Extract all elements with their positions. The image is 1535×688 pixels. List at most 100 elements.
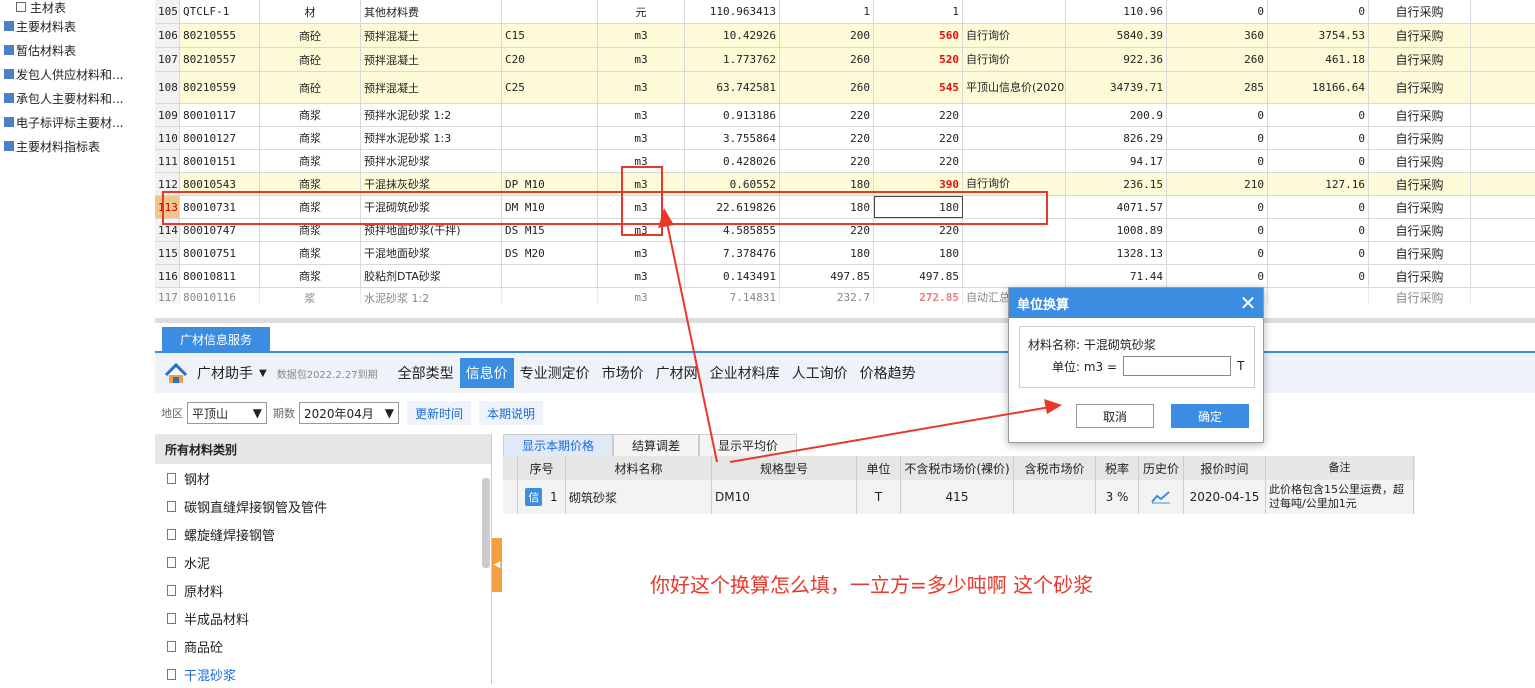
grid-cell-code[interactable]: 80010731: [180, 196, 260, 218]
grid-cell-diff[interactable]: 0: [1268, 150, 1369, 172]
grid-cell-no[interactable]: 113: [155, 196, 180, 218]
grid-cell-qty[interactable]: 0.913186: [685, 104, 780, 126]
tab-average-price[interactable]: 显示平均价: [699, 434, 798, 456]
grid-cell-code[interactable]: 80010811: [180, 265, 260, 287]
grid-cell-no[interactable]: 116: [155, 265, 180, 287]
tab-guangcai-service[interactable]: 广材信息服务: [162, 327, 270, 351]
grid-row[interactable]: 107 80210557 商砼 预拌混凝土 C20 m3 1.773762 260 520 自行询…: [155, 48, 1535, 72]
grid-cell-p2[interactable]: 545: [874, 72, 963, 103]
grid-cell-p2[interactable]: 220: [874, 127, 963, 149]
grid-cell-no[interactable]: 112: [155, 173, 180, 195]
grid-cell-type[interactable]: 商浆: [260, 104, 361, 126]
grid-cell-no[interactable]: 109: [155, 104, 180, 126]
grid-cell-spec[interactable]: C15: [502, 24, 598, 47]
tab-info-price[interactable]: 信息价: [459, 358, 514, 388]
tab-market-price[interactable]: 市场价: [596, 358, 650, 388]
grid-cell-spec[interactable]: [502, 0, 598, 23]
grid-cell-no[interactable]: 106: [155, 24, 180, 47]
close-icon[interactable]: ✕: [1233, 288, 1263, 318]
grid-cell-supply[interactable]: 自行采购: [1369, 48, 1471, 71]
update-time-button[interactable]: 更新时间: [407, 401, 472, 425]
grid-cell-src[interactable]: 自行询价: [963, 173, 1066, 195]
grid-row[interactable]: 112 80010543 商浆 干混抹灰砂浆 DP M10 m3 0.60552 180 390…: [155, 173, 1535, 196]
grid-cell-code[interactable]: 80010751: [180, 242, 260, 264]
grid-cell-qty[interactable]: 4.585855: [685, 219, 780, 241]
grid-cell-supply[interactable]: 自行采购: [1369, 72, 1471, 103]
category-item[interactable]: 商品砼: [155, 632, 491, 660]
grid-cell-p3[interactable]: 0: [1167, 104, 1268, 126]
grid-cell-unit[interactable]: m3: [598, 219, 685, 241]
grid-cell-name[interactable]: 干混地面砂浆: [361, 242, 502, 264]
grid-cell-unit[interactable]: m3: [598, 24, 685, 47]
grid-row[interactable]: 116 80010811 商浆 胶粘剂DTA砂浆 m3 0.143491 497.85 497…: [155, 265, 1535, 288]
grid-cell-qty[interactable]: 7.378476: [685, 242, 780, 264]
grid-cell-qty[interactable]: 10.42926: [685, 24, 780, 47]
category-item[interactable]: 螺旋缝焊接钢管: [155, 520, 491, 548]
grid-cell-unit[interactable]: m3: [598, 48, 685, 71]
grid-cell-p1[interactable]: 180: [780, 173, 874, 195]
grid-cell-type[interactable]: 浆: [260, 288, 361, 304]
grid-cell-spec[interactable]: [502, 104, 598, 126]
grid-row[interactable]: 115 80010751 商浆 干混地面砂浆 DS M20 m3 7.378476 180 18…: [155, 242, 1535, 265]
grid-cell-diff[interactable]: 18166.64: [1268, 72, 1369, 103]
grid-cell-p2[interactable]: 560: [874, 24, 963, 47]
grid-cell-p2[interactable]: 390: [874, 173, 963, 195]
grid-cell-amt[interactable]: 4071.57: [1066, 196, 1167, 218]
grid-cell-p2[interactable]: 520: [874, 48, 963, 71]
grid-row[interactable]: 113 80010731 商浆 干混砌筑砂浆 DM M10 m3 22.619826 180 1…: [155, 196, 1535, 219]
grid-row[interactable]: 108 80210559 商砼 预拌混凝土 C25 m3 63.742581 260 545 平顶…: [155, 72, 1535, 104]
grid-row[interactable]: 109 80010117 商浆 预拌水泥砂浆 1:2 m3 0.913186 220 220 2…: [155, 104, 1535, 127]
grid-cell-p2[interactable]: 220: [874, 150, 963, 172]
checkbox-icon[interactable]: [16, 2, 26, 12]
grid-cell-p1[interactable]: 200: [780, 24, 874, 47]
grid-cell-p3[interactable]: 285: [1167, 72, 1268, 103]
grid-cell-name[interactable]: 预拌水泥砂浆 1:3: [361, 127, 502, 149]
grid-cell-type[interactable]: 商浆: [260, 150, 361, 172]
grid-cell-code[interactable]: 80210559: [180, 72, 260, 103]
grid-cell-qty[interactable]: 3.755864: [685, 127, 780, 149]
grid-cell-qty[interactable]: 63.742581: [685, 72, 780, 103]
category-item[interactable]: 原材料: [155, 576, 491, 604]
grid-cell-diff[interactable]: 0: [1268, 219, 1369, 241]
grid-cell-type[interactable]: 商浆: [260, 265, 361, 287]
grid-cell-p1[interactable]: 497.85: [780, 265, 874, 287]
grid-cell-qty[interactable]: 0.60552: [685, 173, 780, 195]
tab-all-types[interactable]: 全部类型: [392, 358, 460, 388]
grid-cell-amt[interactable]: 236.15: [1066, 173, 1167, 195]
grid-row[interactable]: 117 80010116 浆水泥砂浆 1:2 m3 7.14831 232.7 272.85…: [155, 288, 1535, 304]
grid-row[interactable]: 105 QTCLF-1 材其他材料费元 110.963413 1 1 110.96 0 0 自行采…: [155, 0, 1535, 24]
grid-cell-no[interactable]: 111: [155, 150, 180, 172]
grid-cell-p3[interactable]: 0: [1167, 127, 1268, 149]
grid-cell-no[interactable]: 115: [155, 242, 180, 264]
grid-cell-no[interactable]: 110: [155, 127, 180, 149]
tree-item[interactable]: 主要材料指标表: [0, 134, 150, 158]
tree-item[interactable]: 发包人供应材料和...: [0, 62, 150, 86]
grid-cell-unit[interactable]: m3: [598, 242, 685, 264]
grid-cell-name[interactable]: 胶粘剂DTA砂浆: [361, 265, 502, 287]
grid-cell-name[interactable]: 干混抹灰砂浆: [361, 173, 502, 195]
grid-cell-src[interactable]: [963, 242, 1066, 264]
grid-cell-name[interactable]: 预拌水泥砂浆: [361, 150, 502, 172]
grid-cell-p1[interactable]: 220: [780, 219, 874, 241]
grid-cell-unit[interactable]: 元: [598, 0, 685, 23]
grid-cell-type[interactable]: 商砼: [260, 72, 361, 103]
grid-cell-supply[interactable]: 自行采购: [1369, 104, 1471, 126]
grid-cell-src[interactable]: [963, 265, 1066, 287]
grid-cell-name[interactable]: 干混砌筑砂浆: [361, 196, 502, 218]
grid-cell-no[interactable]: 114: [155, 219, 180, 241]
grid-cell-name[interactable]: 预拌地面砂浆(干拌): [361, 219, 502, 241]
grid-cell-type[interactable]: 商浆: [260, 242, 361, 264]
grid-cell-code[interactable]: 80010151: [180, 150, 260, 172]
category-scrollbar[interactable]: [482, 478, 490, 568]
grid-cell-qty[interactable]: 1.773762: [685, 48, 780, 71]
grid-cell-unit[interactable]: m3: [598, 127, 685, 149]
grid-cell-diff[interactable]: 0: [1268, 0, 1369, 23]
grid-cell-p2[interactable]: 220: [874, 104, 963, 126]
category-item[interactable]: 碳钢直缝焊接钢管及管件: [155, 492, 491, 520]
grid-cell-qty[interactable]: 0.143491: [685, 265, 780, 287]
grid-cell-spec[interactable]: DM M10: [502, 196, 598, 218]
grid-row[interactable]: 106 80210555 商砼 预拌混凝土 C15 m3 10.42926 200 560 自行询…: [155, 24, 1535, 48]
grid-cell-diff[interactable]: 0: [1268, 127, 1369, 149]
tab-manual-inquiry[interactable]: 人工询价: [786, 358, 854, 388]
grid-cell-supply[interactable]: 自行采购: [1369, 242, 1471, 264]
